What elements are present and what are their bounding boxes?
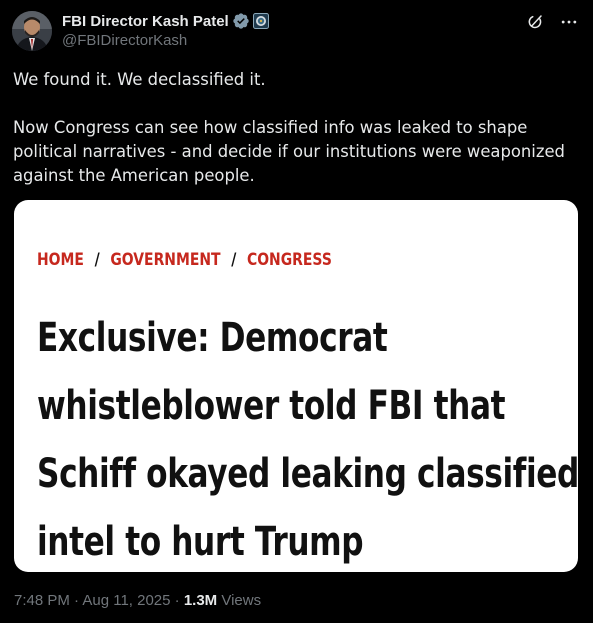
headline-line: whistleblower told FBI that [37,383,506,429]
government-seal-icon[interactable] [252,13,269,29]
post-meta: 7:48 PM · Aug 11, 2025 · 1.3M Views [14,592,261,609]
article-headline: Exclusive: Democrat whistleblower told F… [37,304,578,572]
breadcrumb-government: GOVERNMENT [110,250,221,270]
breadcrumb-separator: / [231,250,237,270]
breadcrumb-separator: / [94,250,100,270]
post-text: We found it. We declassified it. Now Con… [13,68,578,188]
display-name[interactable]: FBI Director Kash Patel [62,13,229,30]
post: FBI Director Kash Patel @FBIDirectorKash [0,0,593,623]
handle[interactable]: @FBIDirectorKash [62,32,269,49]
timestamp[interactable]: 7:48 PM · Aug 11, 2025 · [14,592,184,609]
headline-line: Exclusive: Democrat [37,315,388,361]
more-options-icon[interactable] [559,12,579,32]
author-info: FBI Director Kash Patel @FBIDirectorKash [62,11,269,49]
profile-photo-icon [12,11,52,51]
views-label: Views [217,592,262,609]
headline-line: intel to hurt Trump [37,519,364,565]
breadcrumb-home: HOME [37,250,84,270]
media-image[interactable]: HOME / GOVERNMENT / CONGRESS Exclusive: Demo… [14,200,578,572]
avatar[interactable] [12,11,52,51]
verified-badge-icon[interactable] [232,12,250,30]
top-actions [525,12,579,32]
post-text-line-1: We found it. We declassified it. [13,70,266,89]
name-row: FBI Director Kash Patel [62,11,269,31]
views-count[interactable]: 1.3M [184,592,217,609]
grok-icon[interactable] [525,12,545,32]
breadcrumb: HOME / GOVERNMENT / CONGRESS [37,250,332,270]
breadcrumb-congress: CONGRESS [246,250,332,270]
post-text-line-2: Now Congress can see how classified info… [13,118,565,185]
headline-line: Schiff okayed leaking classified [37,451,578,497]
